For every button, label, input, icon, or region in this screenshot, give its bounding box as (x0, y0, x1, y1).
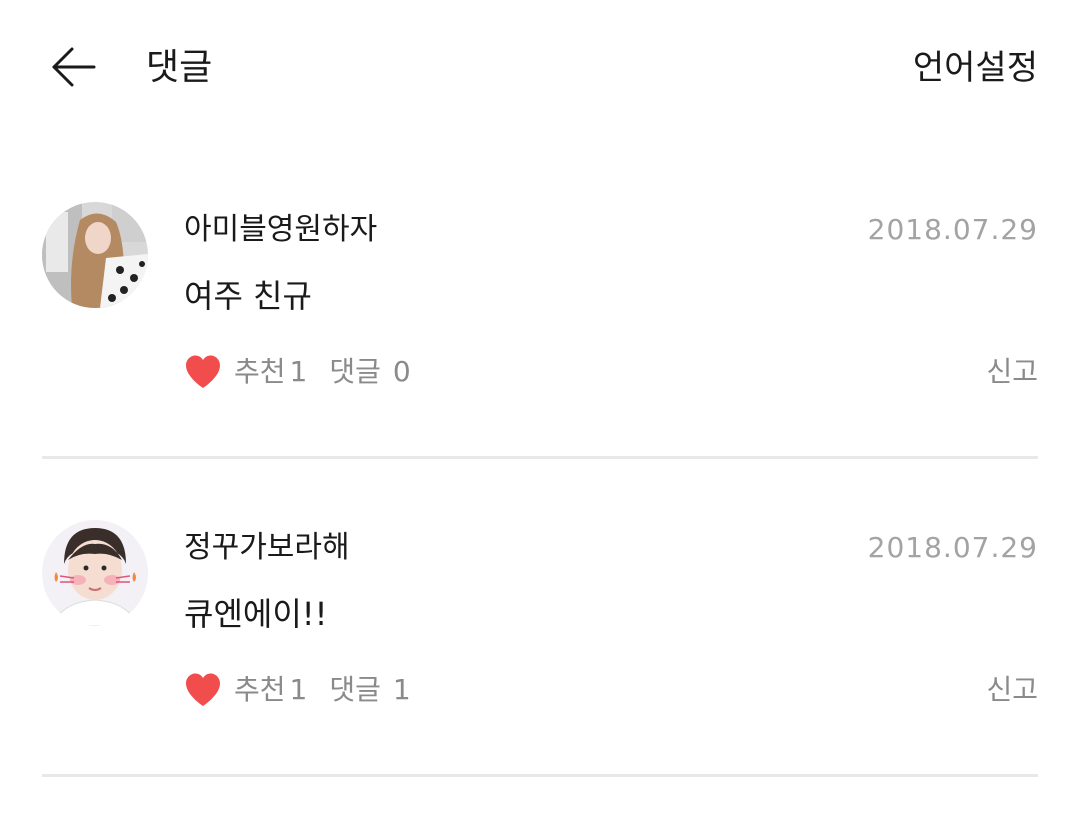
comment-username[interactable]: 정꾸가보라해 (184, 528, 350, 568)
reply-label: 댓글 (329, 355, 381, 388)
language-settings-button[interactable]: 언어설정 (913, 48, 1038, 88)
like-button[interactable]: 추천 1 (184, 670, 307, 710)
comment-text: 큐엔에이!! (184, 595, 328, 633)
comment-item: 아미블영원하자 2018.07.29 여주 친규 추천 1 댓글 0 신고 (0, 202, 1080, 520)
report-button[interactable]: 신고 (986, 352, 1038, 392)
heart-icon (186, 673, 220, 706)
report-button[interactable]: 신고 (986, 670, 1038, 710)
divider (42, 456, 1038, 459)
reply-button[interactable]: 댓글 1 (329, 670, 410, 710)
page-title: 댓글 (146, 47, 213, 88)
comment-date: 2018.07.29 (867, 531, 1038, 564)
divider (42, 774, 1038, 777)
like-count: 1 (289, 673, 308, 706)
heart-icon (186, 355, 220, 388)
comment-actions: 추천 1 댓글 0 (184, 350, 411, 394)
avatar[interactable] (42, 202, 148, 308)
like-button[interactable]: 추천 1 (184, 352, 307, 392)
comment-item: 정꾸가보라해 2018.07.29 큐엔에이!! 추천 1 댓글 1 신고 (0, 520, 1080, 838)
reply-label: 댓글 (329, 673, 381, 706)
reply-count: 0 (392, 355, 411, 388)
avatar[interactable] (42, 520, 148, 626)
back-button[interactable] (44, 44, 100, 90)
app-header: 댓글 언어설정 (0, 0, 1080, 140)
comment-username[interactable]: 아미블영원하자 (184, 210, 377, 250)
reply-count: 1 (392, 673, 411, 706)
like-label: 추천 (234, 355, 286, 388)
comment-actions: 추천 1 댓글 1 (184, 668, 411, 712)
comment-text: 여주 친규 (184, 277, 312, 315)
like-label: 추천 (234, 673, 286, 706)
comment-date: 2018.07.29 (867, 213, 1038, 246)
arrow-left-icon (52, 47, 96, 87)
reply-button[interactable]: 댓글 0 (329, 352, 410, 392)
like-count: 1 (289, 355, 308, 388)
